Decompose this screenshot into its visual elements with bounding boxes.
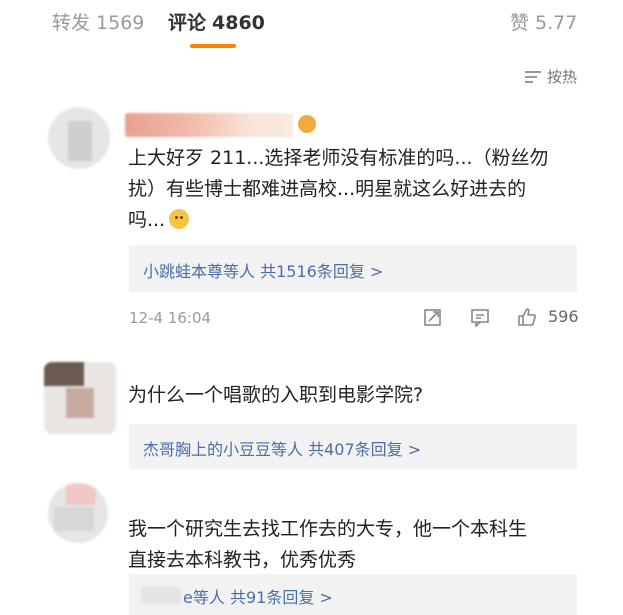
reply-count[interactable]: 共91条回复 > <box>230 588 333 607</box>
tab-comments-label: 评论 <box>168 12 207 34</box>
comment-line: 为什么一个唱歌的入职到电影学院? <box>128 384 424 406</box>
reply-count[interactable]: 共407条回复 > <box>308 440 421 459</box>
comment-text: 上大好歹 211...选择老师没有标准的吗...（粉丝勿 扰）有些博士都难进高校… <box>128 143 549 236</box>
comment-text: 为什么一个唱歌的入职到电影学院? <box>128 380 423 411</box>
sort-icon <box>524 71 541 83</box>
active-tab-indicator <box>190 44 236 48</box>
reply-preview[interactable]: e等人 共91条回复 > <box>129 574 577 615</box>
reply-count[interactable]: 共1516条回复 > <box>260 262 383 281</box>
reply-preview[interactable]: 杰哥胸上的小豆豆等人 共407条回复 > <box>129 424 577 469</box>
username-redacted[interactable] <box>125 113 293 137</box>
reply-suffix: 等人 <box>271 440 304 459</box>
like-count: 596 <box>548 307 579 326</box>
reply-suffix: 等人 <box>192 588 225 607</box>
emoji-icon <box>169 209 190 229</box>
comment-timestamp: 12-4 16:04 <box>129 309 212 327</box>
comment-line: 上大好歹 211...选择老师没有标准的吗...（粉丝勿 <box>128 147 549 169</box>
avatar[interactable] <box>44 362 116 434</box>
sort-by-hot-button[interactable]: 按热 <box>524 66 577 87</box>
reply-preview[interactable]: 小跳蛙本尊等人 共1516条回复 > <box>129 245 577 292</box>
vip-badge-icon <box>298 115 316 133</box>
comment-line: 直接去本科教书，优秀优秀 <box>128 549 357 571</box>
reply-names-redacted <box>141 586 181 604</box>
tab-likes-count: 5.77 <box>535 12 578 34</box>
tab-likes-label: 赞 <box>510 12 530 34</box>
tab-repost-label: 转发 <box>52 12 91 34</box>
comment-text: 我一个研究生去找工作去的大专，他一个本科生 直接去本科教书，优秀优秀 <box>128 514 527 576</box>
repost-icon[interactable] <box>423 307 443 327</box>
comment-line: 我一个研究生去找工作去的大专，他一个本科生 <box>128 518 528 540</box>
reply-names[interactable]: e <box>183 588 193 607</box>
tab-repost-count: 1569 <box>96 12 145 34</box>
tab-repost[interactable]: 转发 1569 <box>52 8 144 35</box>
reply-suffix: 等人 <box>223 262 256 281</box>
reply-names[interactable]: 杰哥胸上的小豆豆 <box>143 440 271 459</box>
comment-line-with-emoji: 吗... <box>128 205 549 236</box>
comment-icon[interactable] <box>470 307 490 327</box>
tab-comments-count: 4860 <box>212 12 265 34</box>
avatar[interactable] <box>48 107 110 169</box>
comment-line: 扰）有些博士都难进高校...明星就这么好进去的 <box>128 178 527 200</box>
like-icon[interactable] <box>517 307 537 327</box>
sort-label: 按热 <box>546 68 577 86</box>
tab-comments[interactable]: 评论 4860 <box>168 8 265 35</box>
tab-likes[interactable]: 赞 5.77 <box>510 8 577 35</box>
reply-names[interactable]: 小跳蛙本尊 <box>143 262 223 281</box>
avatar[interactable] <box>48 483 108 543</box>
